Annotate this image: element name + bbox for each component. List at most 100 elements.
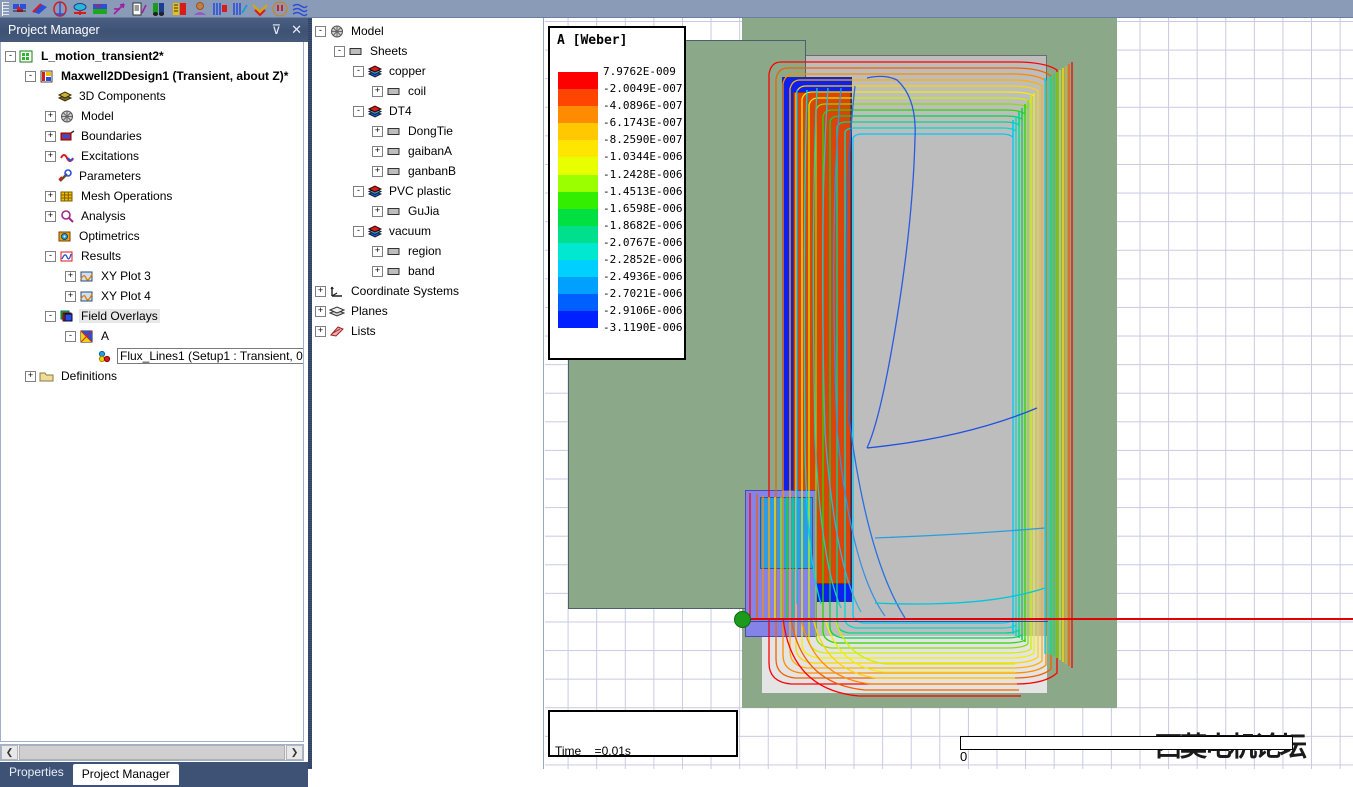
- field-legend[interactable]: A [Weber] 7.9762E-009 -2.0049E-007 -4.0896…: [548, 26, 686, 360]
- collapse-toggle-icon[interactable]: -: [65, 330, 76, 342]
- sheet-icon: [386, 124, 402, 139]
- dock-tab[interactable]: Properties: [0, 762, 73, 783]
- project-tree-hscrollbar[interactable]: ❮ ❯: [0, 744, 304, 761]
- animate-icon[interactable]: [271, 1, 289, 17]
- tree-item-label: ganbanB: [408, 164, 457, 178]
- tree-item[interactable]: Optimetrics: [5, 226, 303, 246]
- tree-item[interactable]: -A: [5, 326, 303, 346]
- collapse-toggle-icon[interactable]: -: [5, 50, 16, 62]
- tree-item[interactable]: + Planes: [315, 301, 543, 321]
- legend-value: -1.2428E-006: [603, 167, 683, 181]
- tree-item[interactable]: - PVC plastic: [315, 181, 543, 201]
- dock-tab[interactable]: Project Manager: [72, 764, 179, 785]
- toolbar-grip[interactable]: [2, 1, 9, 16]
- tree-item[interactable]: + DongTie: [315, 121, 543, 141]
- tree-item[interactable]: - DT4: [315, 101, 543, 121]
- mesh-icon[interactable]: [11, 1, 29, 17]
- tree-item[interactable]: + Mesh Operations: [5, 186, 303, 206]
- tree-item[interactable]: + Coordinate Systems: [315, 281, 543, 301]
- collapse-toggle-icon[interactable]: -: [353, 65, 364, 77]
- tree-item[interactable]: - Maxwell2DDesign1 (Transient, about Z)*: [5, 66, 303, 86]
- tree-item[interactable]: + coil: [315, 81, 543, 101]
- expand-toggle-icon[interactable]: +: [372, 125, 383, 137]
- expand-toggle-icon[interactable]: +: [372, 265, 383, 277]
- matrix-icon[interactable]: [171, 1, 189, 17]
- collapse-toggle-icon[interactable]: -: [353, 105, 364, 117]
- tree-item[interactable]: + Model: [5, 106, 303, 126]
- mesh-refine-icon[interactable]: [251, 1, 269, 17]
- tree-item[interactable]: + Definitions: [5, 366, 303, 386]
- components-icon: [57, 89, 73, 104]
- boundary-icon[interactable]: [51, 0, 69, 17]
- expand-toggle-icon[interactable]: +: [315, 305, 326, 317]
- tree-item[interactable]: Parameters: [5, 166, 303, 186]
- project-tree-panel[interactable]: - L_motion_transient2* - Maxwell2DDesign1 (…: [0, 42, 304, 742]
- chevron-right-icon[interactable]: ❯: [286, 745, 303, 760]
- tree-item[interactable]: + Excitations: [5, 146, 303, 166]
- tree-item[interactable]: + ganbanB: [315, 161, 543, 181]
- tree-item[interactable]: 3D Components: [5, 86, 303, 106]
- expand-toggle-icon[interactable]: +: [65, 270, 76, 282]
- legend-swatch: [558, 72, 598, 90]
- vector-plot-icon[interactable]: [111, 1, 129, 17]
- tree-item[interactable]: - L_motion_transient2*: [5, 46, 303, 66]
- tree-item[interactable]: Flux_Lines1 (Setup1 : Transient, 0.01s): [5, 346, 303, 366]
- collapse-toggle-icon[interactable]: -: [45, 310, 56, 322]
- tree-item[interactable]: - Model: [315, 21, 543, 41]
- expand-toggle-icon[interactable]: +: [372, 85, 383, 97]
- tree-item[interactable]: - copper: [315, 61, 543, 81]
- chevron-left-icon[interactable]: ❮: [1, 745, 18, 760]
- excitation-icon[interactable]: [71, 1, 89, 17]
- tree-item[interactable]: + band: [315, 261, 543, 281]
- report-icon[interactable]: [131, 1, 149, 17]
- analyze-icon[interactable]: [211, 1, 229, 17]
- tree-item[interactable]: - Sheets: [315, 41, 543, 61]
- expand-toggle-icon[interactable]: +: [45, 110, 56, 122]
- tree-item[interactable]: + Lists: [315, 321, 543, 341]
- pin-icon[interactable]: ⊽: [272, 18, 282, 42]
- expand-toggle-icon[interactable]: +: [45, 130, 56, 142]
- tree-item[interactable]: + Analysis: [5, 206, 303, 226]
- expand-toggle-icon[interactable]: +: [315, 325, 326, 337]
- tree-item[interactable]: + region: [315, 241, 543, 261]
- collapse-toggle-icon[interactable]: -: [353, 185, 364, 197]
- field-lines-icon[interactable]: [291, 1, 309, 17]
- plot-icon[interactable]: [231, 1, 249, 17]
- validate-icon[interactable]: [191, 1, 209, 17]
- model-tree-dock[interactable]: - Model - Sheets - copper + coil - DT4 + DongTie + ga…: [312, 18, 544, 769]
- expand-toggle-icon[interactable]: +: [372, 165, 383, 177]
- expand-toggle-icon[interactable]: +: [25, 370, 36, 382]
- tree-item[interactable]: - Results: [5, 246, 303, 266]
- model-view-canvas[interactable]: Z: [545, 18, 1353, 769]
- collapse-toggle-icon[interactable]: -: [353, 225, 364, 237]
- expand-toggle-icon[interactable]: +: [372, 205, 383, 217]
- expand-toggle-icon[interactable]: +: [45, 190, 56, 202]
- solution-icon[interactable]: [151, 1, 169, 17]
- tree-item[interactable]: - vacuum: [315, 221, 543, 241]
- expand-toggle-icon[interactable]: +: [372, 145, 383, 157]
- tree-item-label: XY Plot 3: [101, 269, 151, 283]
- collapse-toggle-icon[interactable]: -: [25, 70, 36, 82]
- hscroll-thumb[interactable]: [19, 745, 285, 760]
- tree-item[interactable]: + XY Plot 4: [5, 286, 303, 306]
- expand-toggle-icon[interactable]: +: [65, 290, 76, 302]
- tree-item[interactable]: + Boundaries: [5, 126, 303, 146]
- legend-value: 7.9762E-009: [603, 65, 676, 78]
- collapse-toggle-icon[interactable]: -: [315, 25, 326, 37]
- tree-item[interactable]: + gaibanA: [315, 141, 543, 161]
- expand-toggle-icon[interactable]: +: [45, 150, 56, 162]
- collapse-toggle-icon[interactable]: -: [45, 250, 56, 262]
- tree-item[interactable]: + XY Plot 3: [5, 266, 303, 286]
- expand-toggle-icon[interactable]: +: [315, 285, 326, 297]
- field-overlay-icon[interactable]: [31, 1, 49, 17]
- tree-item[interactable]: - Field Overlays: [5, 306, 303, 326]
- material-icon[interactable]: [91, 1, 109, 17]
- legend-swatch: [558, 260, 598, 278]
- tree-item[interactable]: + GuJia: [315, 201, 543, 221]
- close-icon[interactable]: ✕: [291, 18, 302, 42]
- expand-toggle-icon[interactable]: +: [372, 245, 383, 257]
- expand-toggle-icon[interactable]: +: [45, 210, 56, 222]
- collapse-toggle-icon[interactable]: -: [334, 45, 345, 57]
